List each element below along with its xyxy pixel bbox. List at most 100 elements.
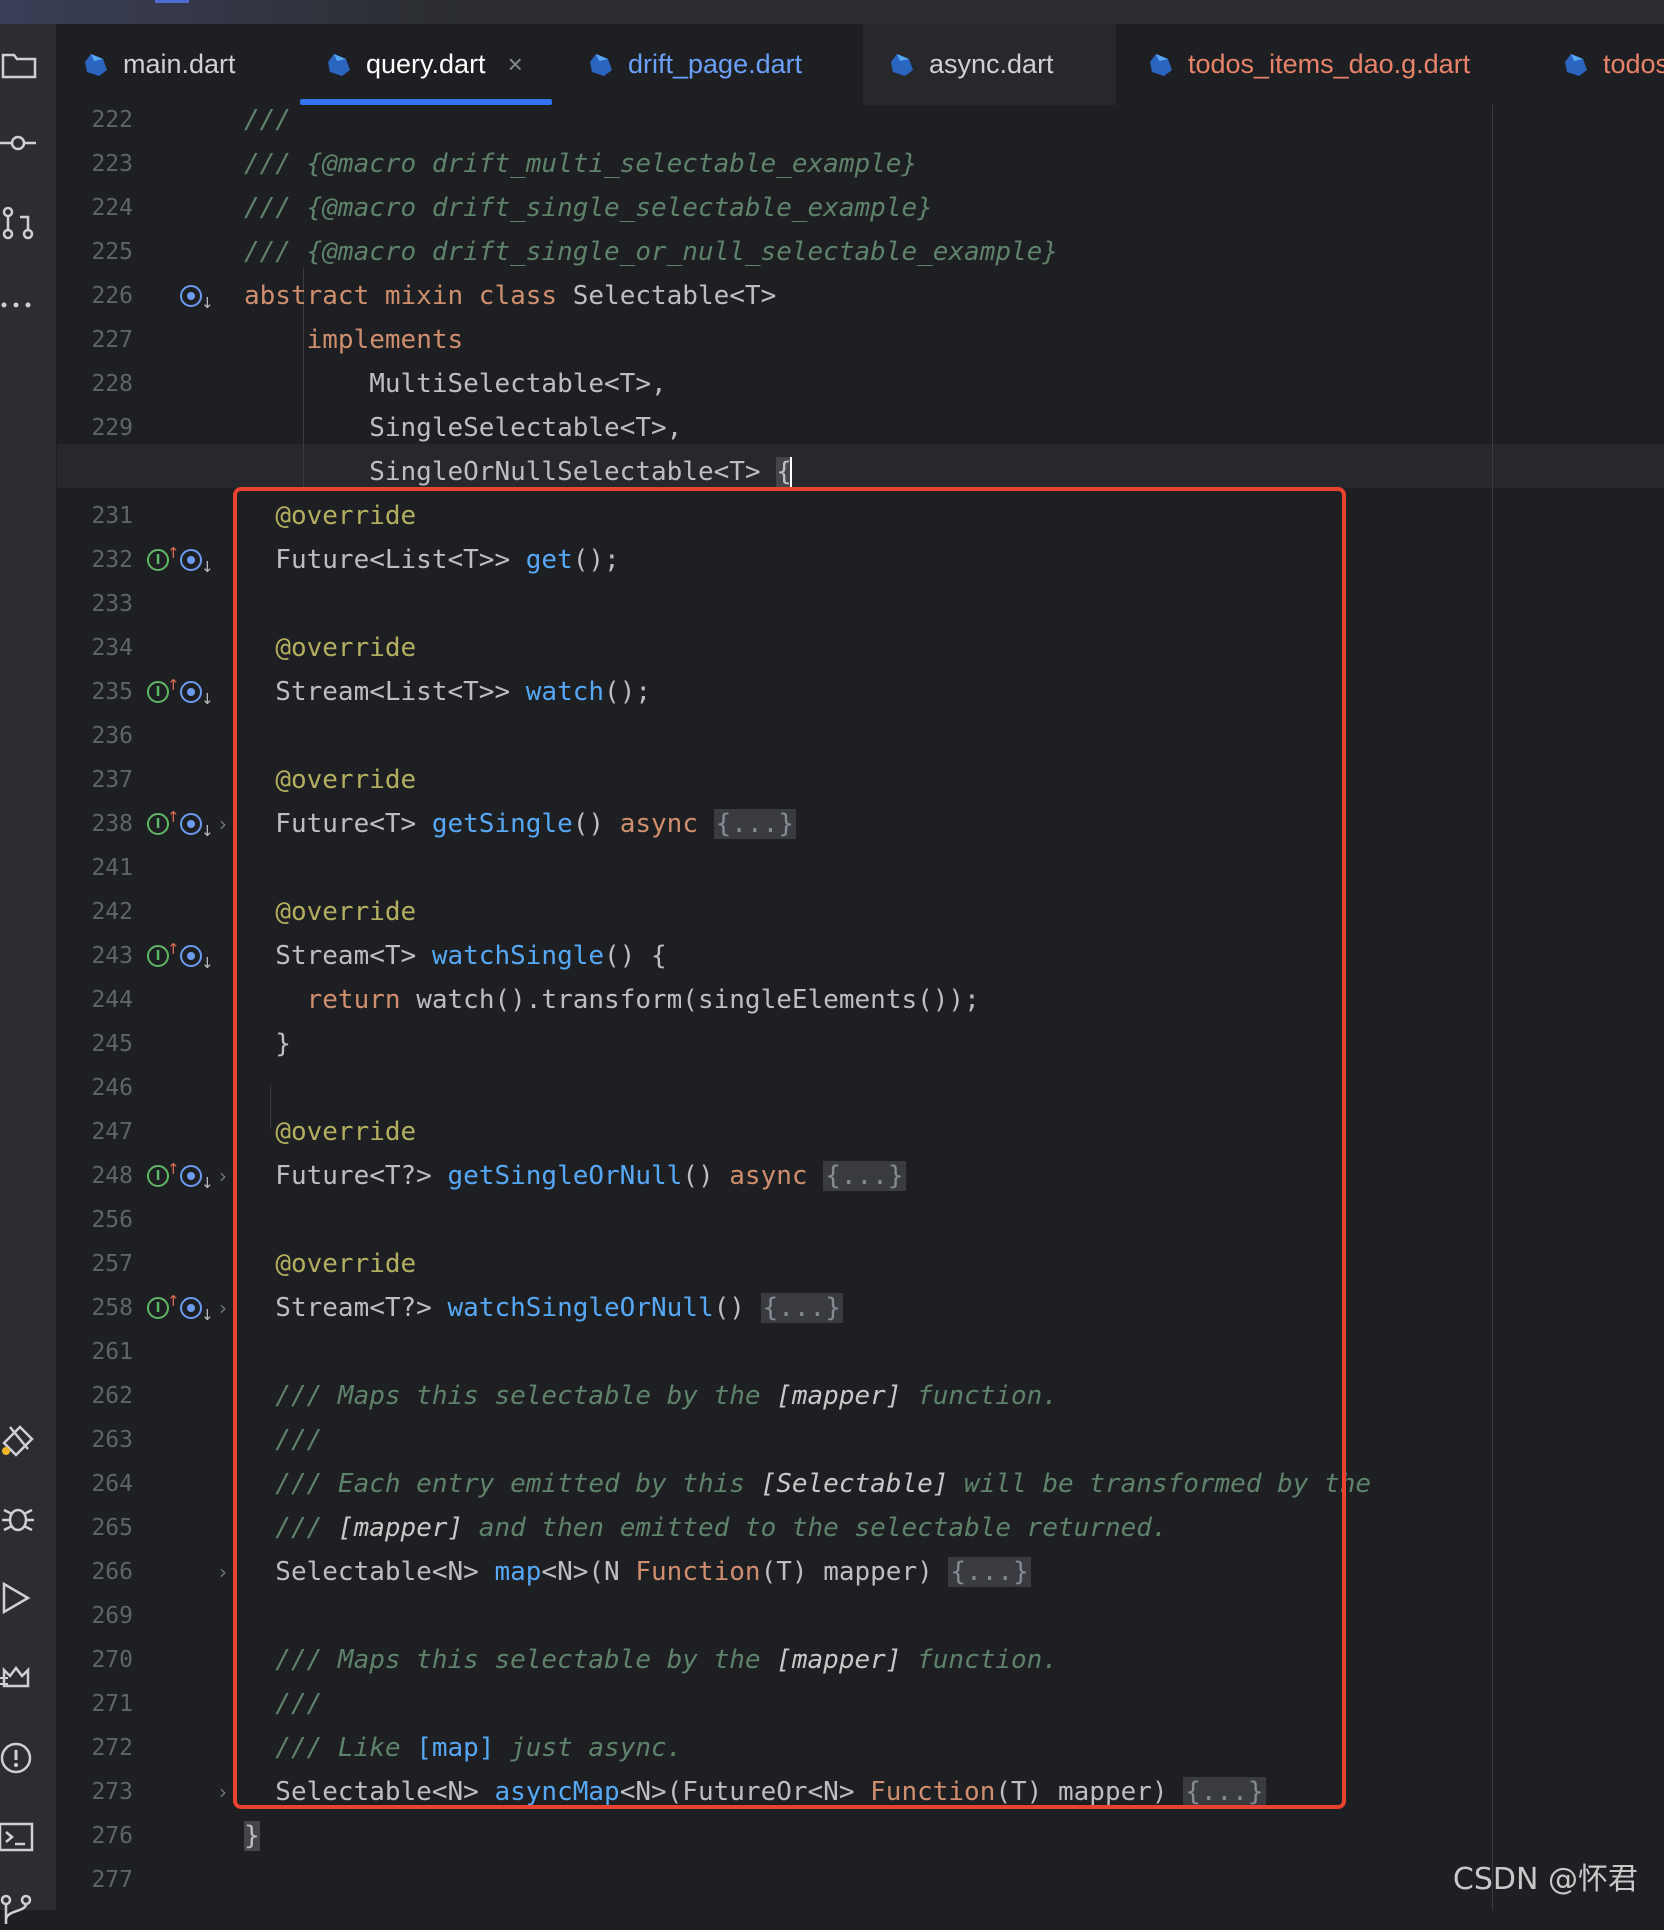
- flutter-icon[interactable]: [0, 1419, 40, 1459]
- dart-devtools-icon[interactable]: [0, 1658, 40, 1698]
- chevron-right-icon[interactable]: ›: [219, 1550, 227, 1594]
- code-line[interactable]: /// {@macro drift_multi_selectable_examp…: [244, 142, 917, 186]
- overrides-gutter-icon[interactable]: ↓: [180, 274, 214, 318]
- code-token: abstract mixin class: [244, 281, 573, 311]
- implementation-icon: I: [147, 1297, 169, 1319]
- terminal-icon[interactable]: [0, 1818, 40, 1858]
- implements-gutter-icon[interactable]: I ↑: [147, 1154, 180, 1198]
- debug-icon[interactable]: [0, 1498, 40, 1538]
- line-number[interactable]: 258: [57, 1286, 133, 1330]
- chevron-right-icon[interactable]: ›: [219, 802, 227, 846]
- tab-todos-items-dao-g-dart[interactable]: todos_items_dao.g.dart: [1122, 24, 1522, 105]
- implementation-icon: I: [147, 945, 169, 967]
- line-number[interactable]: 271: [57, 1682, 133, 1726]
- more-icon[interactable]: [0, 283, 40, 323]
- arrow-up-icon: ↑: [167, 940, 180, 958]
- line-number[interactable]: 237: [57, 758, 133, 802]
- dart-file-icon: [1150, 53, 1172, 76]
- line-number[interactable]: 257: [57, 1242, 133, 1286]
- line-number[interactable]: 238: [57, 802, 133, 846]
- tab-drift-page-dart[interactable]: drift_page.dart: [562, 24, 846, 105]
- line-number[interactable]: 247: [57, 1110, 133, 1154]
- commit-icon[interactable]: [0, 123, 40, 163]
- code-line[interactable]: /// {@macro drift_single_or_null_selecta…: [244, 230, 1058, 274]
- code-line[interactable]: abstract mixin class Selectable<T>: [244, 274, 776, 318]
- line-number[interactable]: 233: [57, 582, 133, 626]
- line-number[interactable]: 246: [57, 1066, 133, 1110]
- folder-icon[interactable]: [0, 45, 40, 85]
- line-number[interactable]: 231: [57, 494, 133, 538]
- tab-label: todos: [1603, 49, 1664, 79]
- line-number[interactable]: 242: [57, 890, 133, 934]
- problems-icon[interactable]: [0, 1738, 40, 1778]
- chevron-right-icon[interactable]: ›: [219, 1286, 227, 1330]
- chevron-right-icon[interactable]: ›: [219, 1154, 227, 1198]
- tab-async-dart[interactable]: async.dart: [863, 24, 1116, 105]
- line-number[interactable]: 243: [57, 934, 133, 978]
- close-tab-icon[interactable]: ×: [508, 49, 523, 80]
- right-margin-guide: [1492, 105, 1493, 1910]
- pull-request-icon[interactable]: [0, 203, 40, 243]
- line-number[interactable]: 244: [57, 978, 133, 1022]
- code-line[interactable]: /// {@macro drift_single_selectable_exam…: [244, 186, 933, 230]
- watermark: CSDN @怀君: [1452, 1862, 1638, 1897]
- code-line[interactable]: SingleSelectable<T>,: [244, 406, 682, 450]
- tab-todos[interactable]: todos: [1537, 24, 1664, 105]
- implements-gutter-icon[interactable]: I ↑: [147, 538, 180, 582]
- implements-gutter-icon[interactable]: I ↑: [147, 802, 180, 846]
- line-number[interactable]: 235: [57, 670, 133, 714]
- line-number[interactable]: 236: [57, 714, 133, 758]
- code-line[interactable]: MultiSelectable<T>,: [244, 362, 667, 406]
- line-number[interactable]: 265: [57, 1506, 133, 1550]
- line-number[interactable]: 276: [57, 1814, 133, 1858]
- line-number[interactable]: 270: [57, 1638, 133, 1682]
- line-number[interactable]: 269: [57, 1594, 133, 1638]
- implements-gutter-icon[interactable]: I ↑: [147, 934, 180, 978]
- code-token: ///: [244, 105, 291, 135]
- override-icon: [180, 813, 202, 835]
- git-icon[interactable]: [0, 1890, 40, 1930]
- run-icon[interactable]: [0, 1578, 40, 1618]
- line-number[interactable]: 222: [57, 98, 133, 142]
- overrides-gutter-icon[interactable]: ↓: [180, 1286, 214, 1330]
- implements-gutter-icon[interactable]: I ↑: [147, 670, 180, 714]
- code-line[interactable]: ///: [244, 98, 291, 142]
- line-number[interactable]: 226: [57, 274, 133, 318]
- tab-query-dart[interactable]: query.dart ×: [300, 24, 552, 105]
- code-line[interactable]: }: [244, 1814, 260, 1858]
- highlight-annotation-box: [233, 487, 1346, 1809]
- implements-gutter-icon[interactable]: I ↑: [147, 1286, 180, 1330]
- line-number[interactable]: 272: [57, 1726, 133, 1770]
- line-number[interactable]: 273: [57, 1770, 133, 1814]
- overrides-gutter-icon[interactable]: ↓: [180, 934, 214, 978]
- line-number[interactable]: 262: [57, 1374, 133, 1418]
- line-number[interactable]: 227: [57, 318, 133, 362]
- overrides-gutter-icon[interactable]: ↓: [180, 670, 214, 714]
- code-line[interactable]: implements: [244, 318, 464, 362]
- line-number[interactable]: 264: [57, 1462, 133, 1506]
- line-number[interactable]: 245: [57, 1022, 133, 1066]
- line-number[interactable]: 223: [57, 142, 133, 186]
- line-number[interactable]: 225: [57, 230, 133, 274]
- line-number[interactable]: 234: [57, 626, 133, 670]
- implementation-icon: I: [147, 813, 169, 835]
- overrides-gutter-icon[interactable]: ↓: [180, 802, 214, 846]
- line-number[interactable]: 277: [57, 1858, 133, 1902]
- arrow-up-icon: ↑: [167, 676, 180, 694]
- overrides-gutter-icon[interactable]: ↓: [180, 1154, 214, 1198]
- code-token: /// {@macro drift_single_or_null_selecta…: [244, 237, 1058, 267]
- line-number[interactable]: 261: [57, 1330, 133, 1374]
- line-number[interactable]: 263: [57, 1418, 133, 1462]
- title-strip: [0, 0, 1664, 24]
- line-number[interactable]: 224: [57, 186, 133, 230]
- tab-main-dart[interactable]: main.dart: [77, 24, 277, 105]
- line-number[interactable]: 256: [57, 1198, 133, 1242]
- line-number[interactable]: 228: [57, 362, 133, 406]
- chevron-right-icon[interactable]: ›: [219, 1770, 227, 1814]
- line-number[interactable]: 241: [57, 846, 133, 890]
- overrides-gutter-icon[interactable]: ↓: [180, 538, 214, 582]
- line-number[interactable]: 266: [57, 1550, 133, 1594]
- line-number[interactable]: 232: [57, 538, 133, 582]
- line-number[interactable]: 248: [57, 1154, 133, 1198]
- code-token: MultiSelectable<T>,: [244, 369, 667, 399]
